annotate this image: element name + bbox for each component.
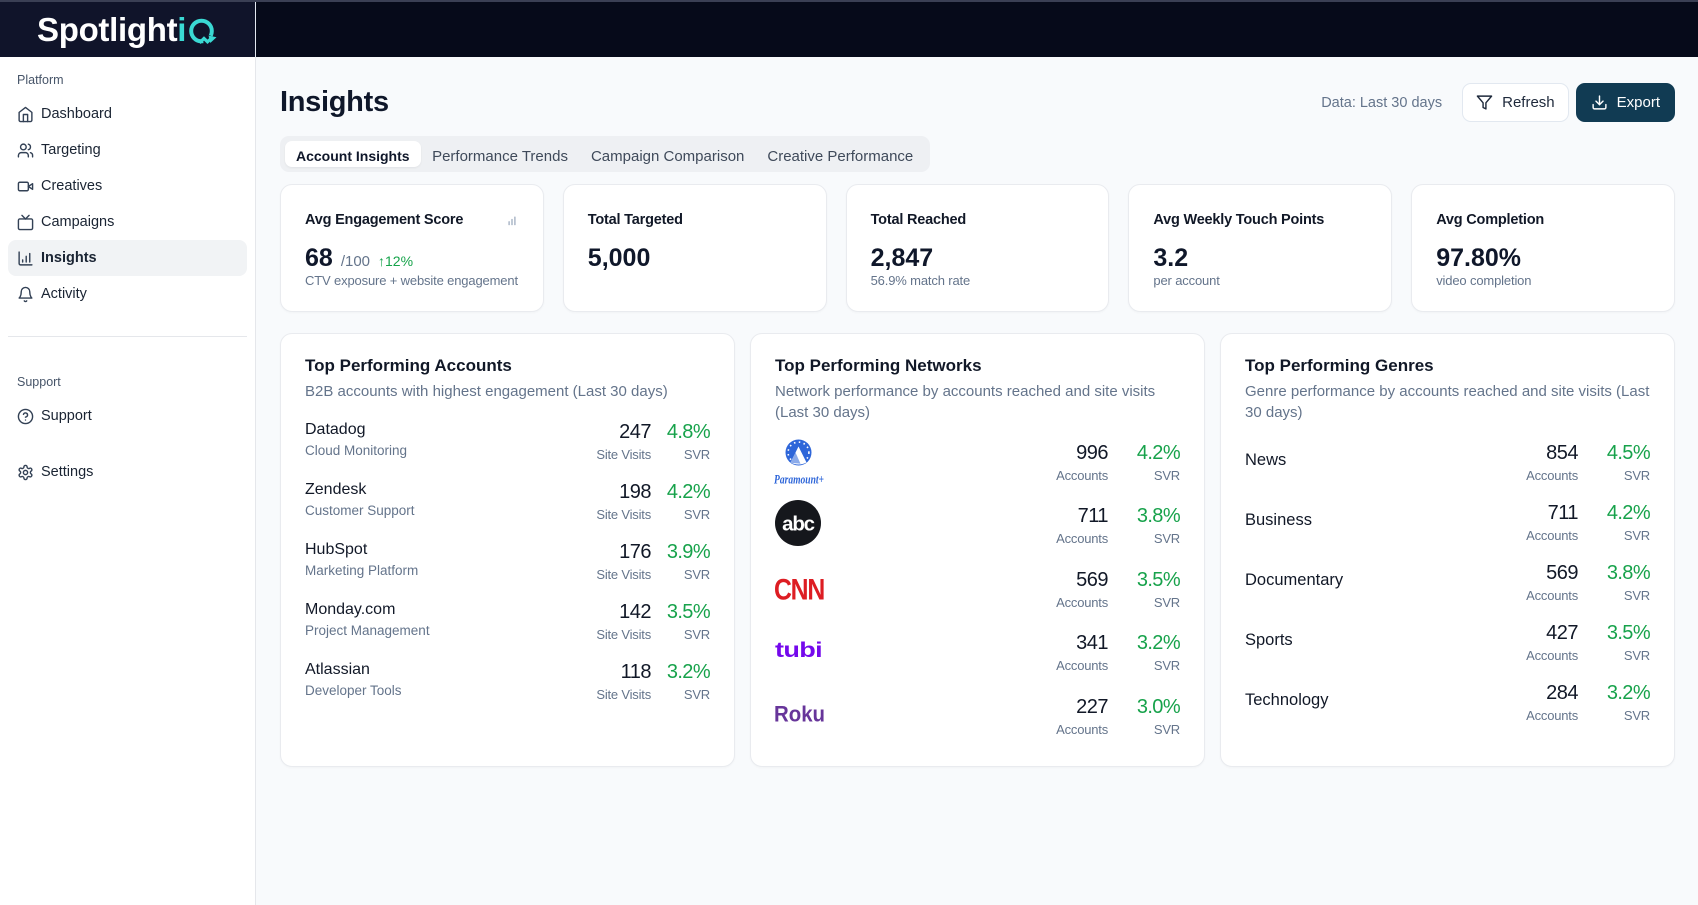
svg-text:Roku: Roku <box>774 701 825 726</box>
svg-text:Paramount+: Paramount+ <box>774 472 824 487</box>
svg-text:abc: abc <box>782 513 815 536</box>
svg-text:CNN: CNN <box>774 573 824 606</box>
svg-text:tubi: tubi <box>775 639 822 662</box>
